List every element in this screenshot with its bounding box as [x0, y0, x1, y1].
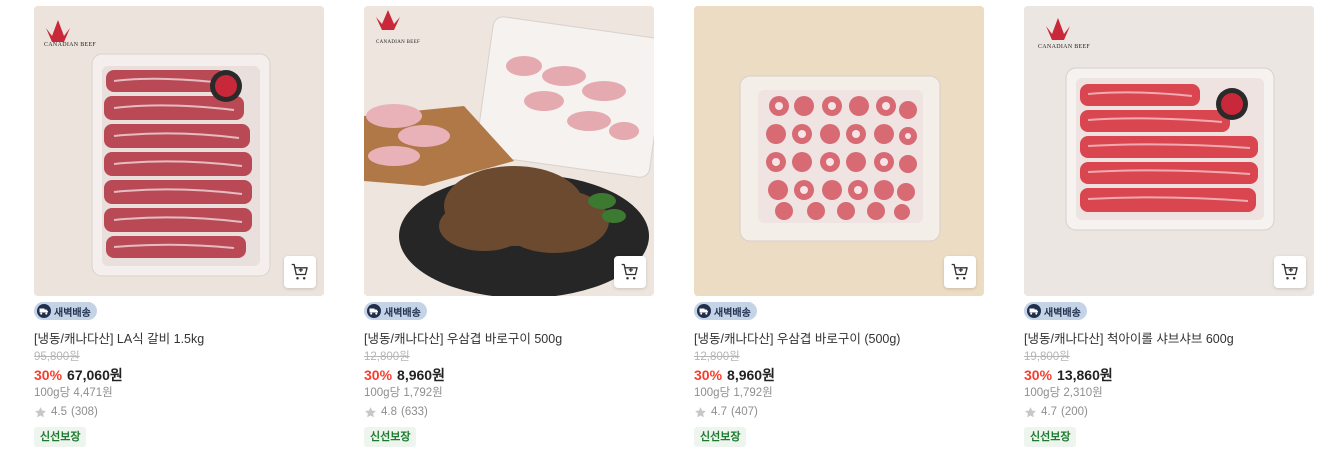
star-icon — [365, 406, 376, 417]
badge-label: 새벽배송 — [714, 307, 751, 319]
dawn-delivery-badge: 새벽배송 — [34, 302, 97, 320]
woosamgyeop-tray-photo — [694, 6, 984, 296]
product-card[interactable]: 새벽배송 [냉동/캐나다산] 우삼겹 바로구이 (500g) 12,800원 3… — [694, 6, 984, 447]
review-count: (633) — [401, 406, 428, 418]
add-to-cart-button[interactable] — [614, 256, 646, 288]
dawn-delivery-badge: 새벽배송 — [694, 302, 757, 320]
sale-price: 13,860원 — [1057, 367, 1113, 383]
review-count: (308) — [71, 406, 98, 418]
original-price: 95,800원 — [34, 351, 80, 363]
product-name[interactable]: [냉동/캐나다산] 우삼겹 바로구이 500g — [364, 331, 654, 347]
discount-rate: 30% — [34, 367, 63, 383]
product-info: 새벽배송 [냉동/캐나다산] 우삼겹 바로구이 (500g) 12,800원 3… — [694, 296, 984, 447]
price-row: 30% 8,960원 — [364, 366, 654, 384]
sale-price: 8,960원 — [727, 367, 775, 383]
add-to-cart-button[interactable] — [284, 256, 316, 288]
dawn-delivery-badge: 새벽배송 — [1024, 302, 1087, 320]
badge-label: 새벽배송 — [54, 307, 91, 319]
rating-value: 4.5 — [51, 406, 67, 418]
product-image[interactable] — [694, 6, 984, 296]
sale-price: 67,060원 — [67, 367, 123, 383]
product-image[interactable]: CANADIAN BEEF — [1024, 6, 1314, 296]
product-info: 새벽배송 [냉동/캐나다산] 척아이롤 샤브샤브 600g 19,800원 30… — [1024, 296, 1314, 447]
rating: 4.7 (407) — [694, 404, 984, 420]
rating-value: 4.8 — [381, 406, 397, 418]
canadian-beef-logo: CANADIAN BEEF — [376, 40, 421, 45]
price-row: 30% 67,060원 — [34, 366, 324, 384]
freshness-badge: 신선보장 — [34, 427, 87, 447]
product-info: 새벽배송 [냉동/캐나다산] LA식 갈비 1.5kg 95,800원 30% 6… — [34, 296, 324, 447]
product-name[interactable]: [냉동/캐나다산] 척아이롤 샤브샤브 600g — [1024, 331, 1314, 347]
badge-label: 새벽배송 — [384, 307, 421, 319]
rating: 4.7 (200) — [1024, 404, 1314, 420]
unit-price: 100g당 2,310원 — [1024, 387, 1103, 399]
product-image[interactable]: CANADIAN BEEF — [364, 6, 654, 296]
original-price: 19,800원 — [1024, 351, 1070, 363]
cart-icon — [621, 263, 638, 280]
canadian-beef-logo: CANADIAN BEEF — [44, 42, 97, 48]
price-row: 30% 13,860원 — [1024, 366, 1314, 384]
add-to-cart-button[interactable] — [1274, 256, 1306, 288]
product-info: 새벽배송 [냉동/캐나다산] 우삼겹 바로구이 500g 12,800원 30%… — [364, 296, 654, 447]
sale-price: 8,960원 — [397, 367, 445, 383]
freshness-badge: 신선보장 — [694, 427, 747, 447]
rating: 4.5 (308) — [34, 404, 324, 420]
freshness-badge: 신선보장 — [1024, 427, 1077, 447]
dawn-delivery-badge: 새벽배송 — [364, 302, 427, 320]
truck-icon — [37, 304, 51, 318]
woosamgyeop-grill-photo — [364, 6, 654, 296]
discount-rate: 30% — [1024, 367, 1053, 383]
price-row: 30% 8,960원 — [694, 366, 984, 384]
truck-icon — [1027, 304, 1041, 318]
truck-icon — [697, 304, 711, 318]
product-image[interactable]: CANADIAN BEEF — [34, 6, 324, 296]
discount-rate: 30% — [694, 367, 723, 383]
cart-icon — [1281, 263, 1298, 280]
star-icon — [1025, 406, 1036, 417]
star-icon — [695, 406, 706, 417]
product-card[interactable]: CANADIAN BEEF 새벽배송 [냉동/캐나다산] 우삼겹 바로구이 50… — [364, 6, 654, 447]
product-card[interactable]: CANADIAN BEEF 새벽배송 [냉동/캐나다산] LA식 갈비 1.5k… — [34, 6, 324, 447]
unit-price: 100g당 1,792원 — [364, 387, 443, 399]
rating-value: 4.7 — [711, 406, 727, 418]
cart-icon — [951, 263, 968, 280]
original-price: 12,800원 — [694, 351, 740, 363]
cart-icon — [291, 263, 308, 280]
freshness-badge: 신선보장 — [364, 427, 417, 447]
truck-icon — [367, 304, 381, 318]
discount-rate: 30% — [364, 367, 393, 383]
la-galbi-photo — [34, 6, 324, 296]
unit-price: 100g당 1,792원 — [694, 387, 773, 399]
product-card[interactable]: CANADIAN BEEF 새벽배송 [냉동/캐나다산] 척아이롤 샤브샤브 6… — [1024, 6, 1314, 447]
review-count: (200) — [1061, 406, 1088, 418]
review-count: (407) — [731, 406, 758, 418]
product-name[interactable]: [냉동/캐나다산] 우삼겹 바로구이 (500g) — [694, 331, 984, 347]
original-price: 12,800원 — [364, 351, 410, 363]
badge-label: 새벽배송 — [1044, 307, 1081, 319]
add-to-cart-button[interactable] — [944, 256, 976, 288]
unit-price: 100g당 4,471원 — [34, 387, 113, 399]
star-icon — [35, 406, 46, 417]
canadian-beef-logo: CANADIAN BEEF — [1038, 44, 1091, 50]
rating: 4.8 (633) — [364, 404, 654, 420]
product-grid: CANADIAN BEEF 새벽배송 [냉동/캐나다산] LA식 갈비 1.5k… — [0, 0, 1322, 465]
rating-value: 4.7 — [1041, 406, 1057, 418]
product-name[interactable]: [냉동/캐나다산] LA식 갈비 1.5kg — [34, 331, 324, 347]
